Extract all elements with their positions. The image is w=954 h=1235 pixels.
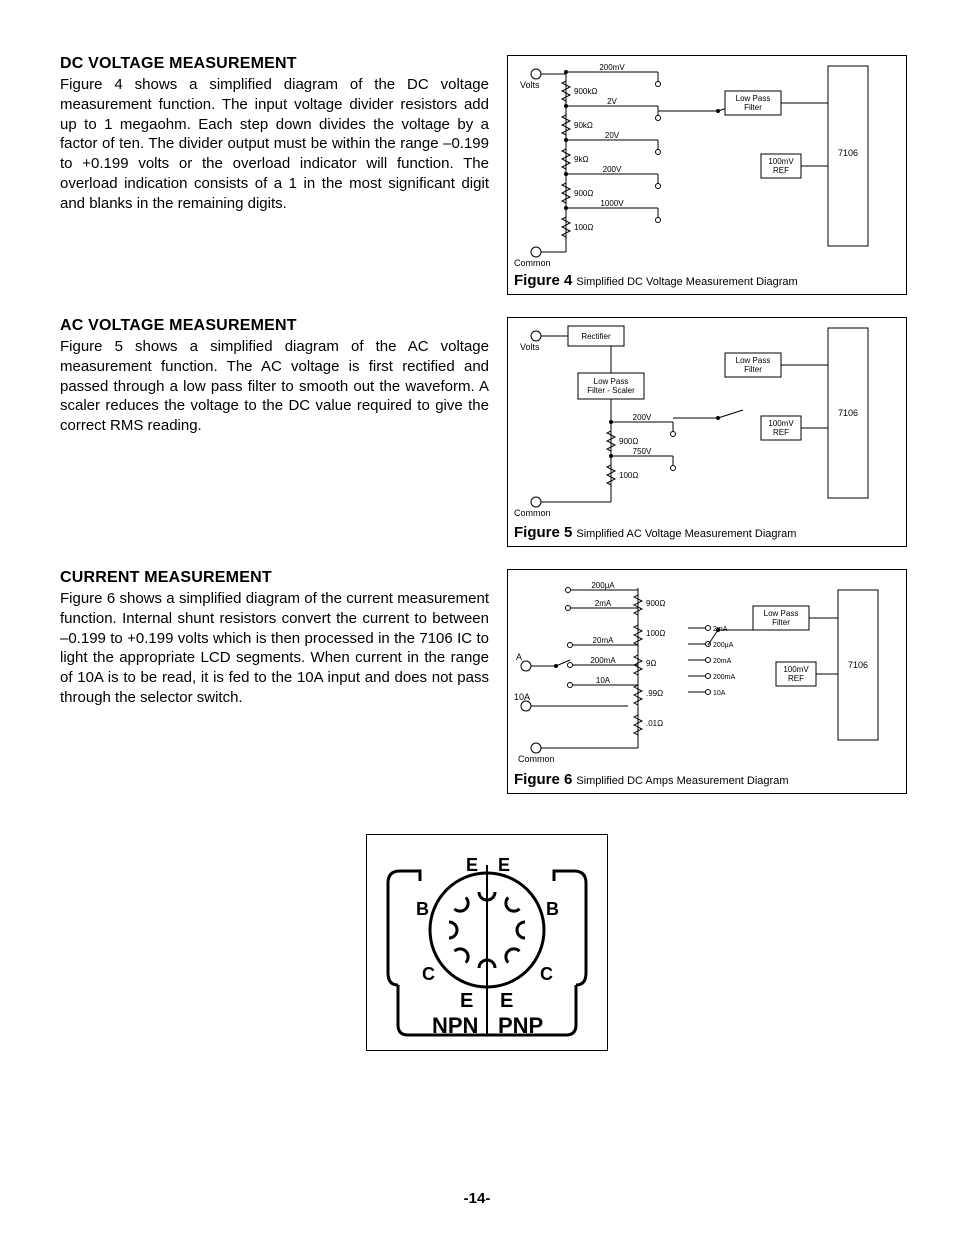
svg-text:Rectifier: Rectifier: [581, 332, 611, 341]
svg-text:200mA: 200mA: [713, 674, 736, 681]
svg-text:10A: 10A: [514, 692, 530, 702]
svg-text:900Ω: 900Ω: [646, 599, 665, 608]
svg-text:7106: 7106: [838, 408, 858, 418]
heading-ac-voltage: AC VOLTAGE MEASUREMENT: [60, 317, 489, 335]
figure-4-svg: Volts Common 900kΩ 200mV 90kΩ 2V 9kΩ 20V 900Ω 2…: [508, 56, 906, 268]
heading-current: CURRENT MEASUREMENT: [60, 569, 489, 587]
svg-text:9Ω: 9Ω: [646, 659, 656, 668]
svg-text:200mV: 200mV: [599, 63, 625, 72]
svg-text:20mA: 20mA: [593, 636, 615, 645]
svg-text:20mA: 20mA: [713, 658, 732, 665]
svg-text:B: B: [416, 899, 429, 919]
svg-text:.99Ω: .99Ω: [646, 689, 663, 698]
svg-text:100Ω: 100Ω: [646, 629, 665, 638]
svg-text:NPN: NPN: [432, 1013, 478, 1038]
fig4-title: Simplified DC Voltage Measurement Diagra…: [576, 276, 797, 288]
figure-6: A 10A Common 200μA 2mA 20mA 200mA 10A 900Ω 10…: [507, 569, 907, 794]
fig4-num: Figure 4: [514, 272, 572, 289]
fig5-title: Simplified AC Voltage Measurement Diagra…: [576, 528, 796, 540]
body-current: Figure 6 shows a simplified diagram of t…: [60, 589, 489, 708]
svg-text:2V: 2V: [607, 97, 617, 106]
svg-text:900Ω: 900Ω: [574, 189, 593, 198]
svg-text:Low PassFilter - Scaler: Low PassFilter - Scaler: [587, 377, 635, 395]
svg-text:Common: Common: [514, 258, 551, 268]
svg-text:200μA: 200μA: [713, 642, 734, 649]
svg-text:900kΩ: 900kΩ: [574, 87, 597, 96]
svg-text:Common: Common: [518, 754, 555, 764]
svg-text:B: B: [546, 899, 559, 919]
figure-5-svg: Volts Common Rectifier Low PassFilter - …: [508, 318, 906, 520]
svg-text:200μA: 200μA: [591, 581, 615, 590]
svg-text:Common: Common: [514, 508, 551, 518]
figure-5: Volts Common Rectifier Low PassFilter - …: [507, 317, 907, 547]
svg-text:A: A: [516, 652, 522, 662]
svg-text:900Ω: 900Ω: [619, 437, 638, 446]
svg-text:9kΩ: 9kΩ: [574, 155, 588, 164]
figure-6-svg: A 10A Common 200μA 2mA 20mA 200mA 10A 900Ω 10…: [508, 570, 906, 767]
svg-text:Volts: Volts: [520, 342, 540, 352]
svg-text:C: C: [540, 964, 553, 984]
svg-text:10A: 10A: [713, 690, 726, 697]
svg-text:PNP: PNP: [498, 1013, 543, 1038]
svg-text:E: E: [466, 855, 478, 875]
svg-text:100Ω: 100Ω: [574, 223, 593, 232]
page-number: -14-: [0, 1190, 954, 1207]
fig5-num: Figure 5: [514, 524, 572, 541]
svg-text:100Ω: 100Ω: [619, 471, 638, 480]
svg-text:7106: 7106: [838, 148, 858, 158]
svg-text:Volts: Volts: [520, 80, 540, 90]
fig6-title: Simplified DC Amps Measurement Diagram: [576, 775, 788, 787]
svg-text:200V: 200V: [633, 413, 652, 422]
svg-text:1000V: 1000V: [600, 199, 624, 208]
svg-text:90kΩ: 90kΩ: [574, 121, 593, 130]
svg-text:C: C: [422, 964, 435, 984]
svg-text:10A: 10A: [596, 676, 611, 685]
figure-4: Volts Common 900kΩ 200mV 90kΩ 2V 9kΩ 20V 900Ω 2…: [507, 55, 907, 295]
svg-text:2mA: 2mA: [595, 599, 612, 608]
svg-text:750V: 750V: [633, 447, 652, 456]
svg-text:200V: 200V: [603, 165, 622, 174]
svg-text:20V: 20V: [605, 131, 620, 140]
svg-text:E: E: [500, 990, 513, 1012]
transistor-socket-diagram: E E B B C C E E NPN PNP: [366, 834, 608, 1051]
svg-text:.01Ω: .01Ω: [646, 719, 663, 728]
svg-text:E: E: [498, 855, 510, 875]
body-dc-voltage: Figure 4 shows a simplified diagram of t…: [60, 75, 489, 214]
svg-text:E: E: [460, 990, 473, 1012]
heading-dc-voltage: DC VOLTAGE MEASUREMENT: [60, 55, 489, 73]
fig6-num: Figure 6: [514, 771, 572, 788]
svg-text:200mA: 200mA: [590, 656, 616, 665]
body-ac-voltage: Figure 5 shows a simplified diagram of t…: [60, 337, 489, 436]
svg-text:7106: 7106: [848, 660, 868, 670]
